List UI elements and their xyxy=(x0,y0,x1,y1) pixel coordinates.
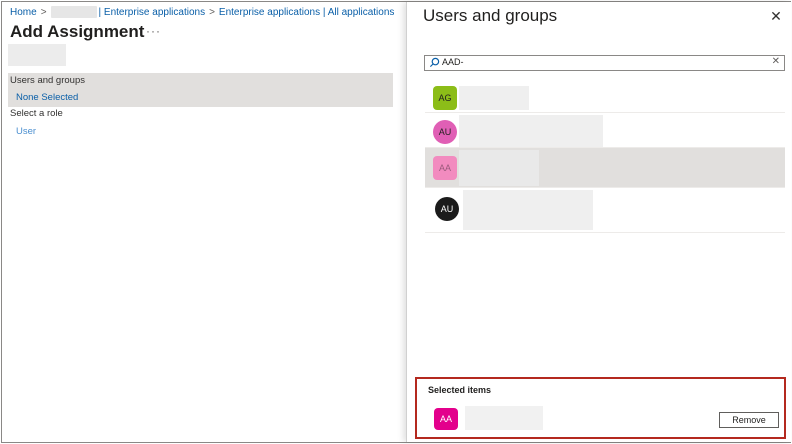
search-value: AAD- xyxy=(442,57,464,67)
breadcrumb-enterprise-applications[interactable]: | Enterprise applications xyxy=(99,7,206,18)
avatar: AA xyxy=(434,408,458,430)
avatar: AU xyxy=(433,120,457,144)
users-and-groups-link[interactable]: None Selected xyxy=(16,92,78,103)
avatar: AA xyxy=(433,156,457,180)
page-title: Add Assignment xyxy=(10,22,145,41)
redacted-name xyxy=(465,406,543,430)
avatar: AG xyxy=(433,86,457,110)
users-and-groups-label: Users and groups xyxy=(10,75,85,86)
close-icon[interactable]: ✕ xyxy=(769,9,783,23)
select-role-link[interactable]: User xyxy=(16,126,36,137)
breadcrumb-home[interactable]: Home xyxy=(10,7,37,18)
breadcrumb-separator: > xyxy=(40,6,47,18)
users-and-groups-panel: Users and groups ✕ AAD- ✕ AG AU AA AU Se… xyxy=(406,2,791,442)
selected-items-title: Selected items xyxy=(428,385,492,395)
list-item[interactable]: AU xyxy=(425,113,785,148)
redacted-app-subtitle xyxy=(8,44,66,66)
results-list: AG AU AA AU xyxy=(425,80,785,235)
breadcrumb: Home > | Enterprise applications > Enter… xyxy=(10,6,394,18)
users-and-groups-row[interactable]: Users and groups None Selected xyxy=(8,73,393,107)
selected-items-section: Selected items AA Remove xyxy=(415,377,786,439)
breadcrumb-all-applications[interactable]: Enterprise applications | All applicatio… xyxy=(219,7,394,18)
more-options-button[interactable]: ··· xyxy=(146,24,161,38)
list-item-selected[interactable]: AA xyxy=(425,148,785,188)
redacted-name xyxy=(459,86,529,110)
avatar: AU xyxy=(435,197,459,221)
search-input[interactable]: AAD- ✕ xyxy=(424,55,785,71)
redacted-name xyxy=(463,190,593,230)
select-role-label: Select a role xyxy=(10,108,63,119)
add-assignment-pane: Home > | Enterprise applications > Enter… xyxy=(2,2,406,442)
clear-icon[interactable]: ✕ xyxy=(772,56,780,67)
search-icon xyxy=(429,57,440,68)
breadcrumb-redacted-app-name xyxy=(50,6,97,18)
app-window: Home > | Enterprise applications > Enter… xyxy=(1,1,791,443)
breadcrumb-separator: > xyxy=(209,6,215,18)
remove-button[interactable]: Remove xyxy=(719,412,779,428)
list-item[interactable]: AG xyxy=(425,80,785,113)
redacted-name xyxy=(459,150,539,186)
redacted-name xyxy=(459,115,603,147)
panel-title: Users and groups xyxy=(423,6,558,25)
list-item[interactable]: AU xyxy=(425,188,785,233)
